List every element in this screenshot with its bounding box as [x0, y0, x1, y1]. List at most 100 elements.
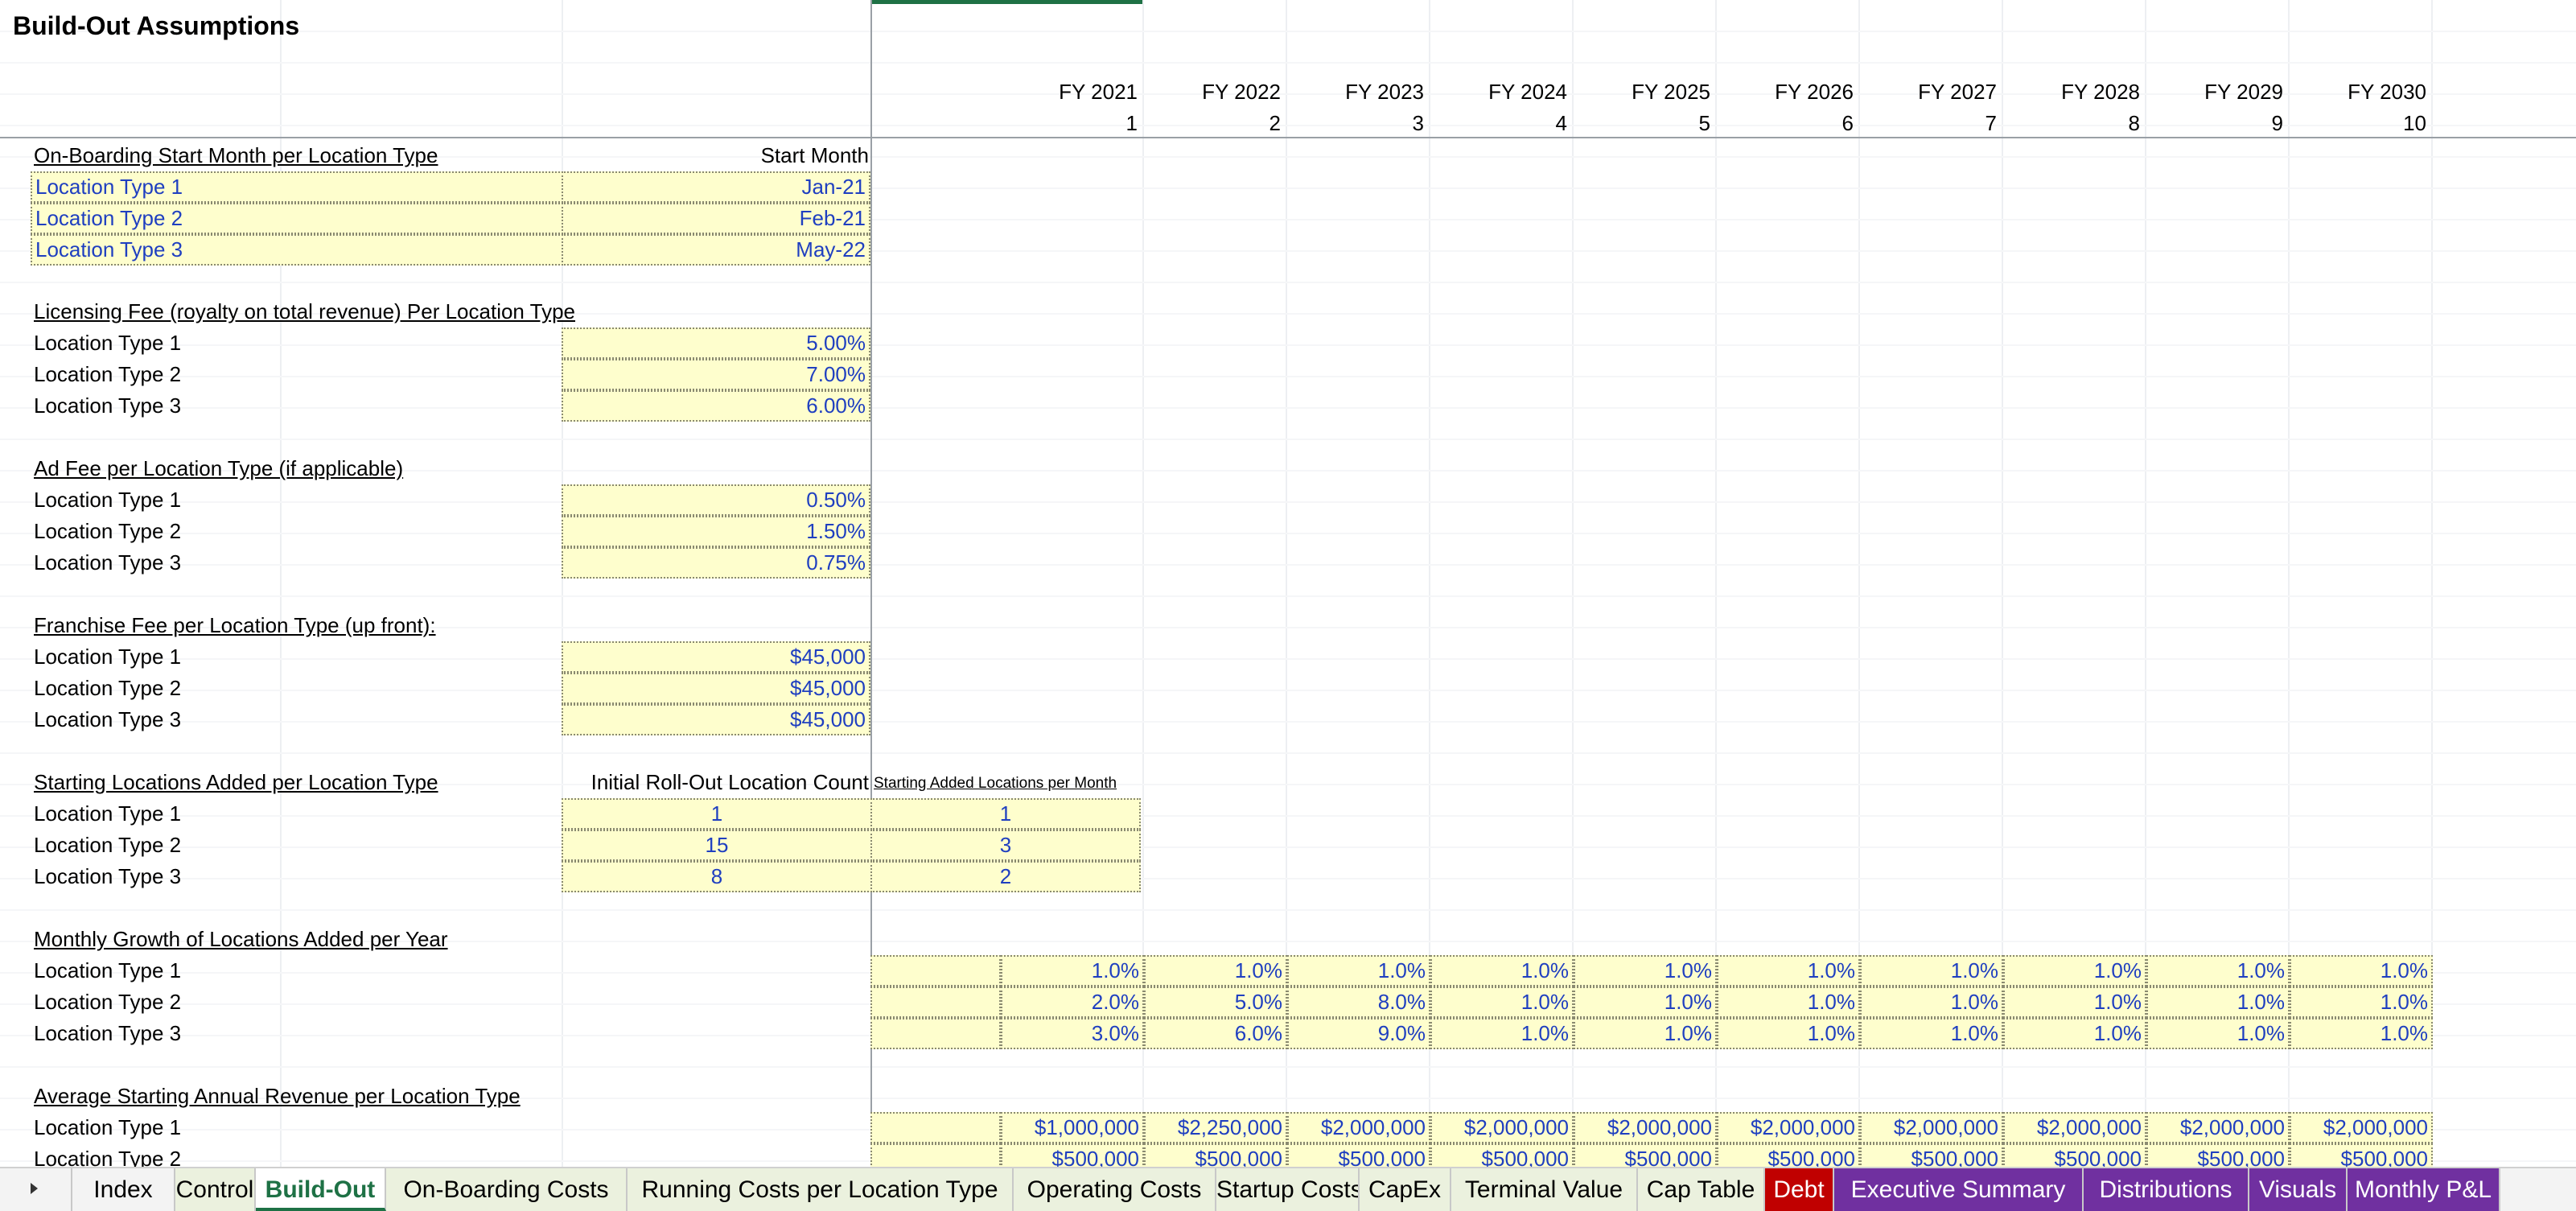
adfee-value-2[interactable]: 1.50% [562, 516, 870, 547]
revenue-cell[interactable]: $2,000,000 [1287, 1112, 1430, 1143]
growth-cell[interactable]: 1.0% [2003, 1018, 2146, 1049]
growth-cell[interactable]: 1.0% [2290, 1018, 2433, 1049]
growth-cell[interactable]: 9.0% [1287, 1018, 1430, 1049]
revenue-cell[interactable]: $2,000,000 [1717, 1112, 1860, 1143]
revenue-cell[interactable]: $2,000,000 [2290, 1112, 2433, 1143]
growth-cell[interactable]: 1.0% [1574, 955, 1717, 987]
growth-cell[interactable]: 1.0% [2003, 987, 2146, 1018]
onboarding-value-2[interactable]: Feb-21 [562, 203, 870, 234]
sheet-tab-running-costs-per-location-type[interactable]: Running Costs per Location Type [628, 1168, 1014, 1211]
sheet-tab-monthly-p-l[interactable]: Monthly P&L [2348, 1168, 2500, 1211]
sheet-tab-distributions[interactable]: Distributions [2084, 1168, 2249, 1211]
growth-cell[interactable]: 8.0% [1287, 987, 1430, 1018]
growth-cell[interactable]: 1.0% [1287, 955, 1430, 987]
sheet-tab-debt[interactable]: Debt [1765, 1168, 1834, 1211]
growth-cell[interactable]: 2.0% [1001, 987, 1144, 1018]
revenue-cell[interactable]: $2,000,000 [2003, 1112, 2146, 1143]
growth-cell[interactable]: 1.0% [2146, 955, 2290, 987]
licensing-header: Licensing Fee (royalty on total revenue)… [34, 299, 576, 323]
sheet-tab-startup-costs[interactable]: Startup Costs [1216, 1168, 1360, 1211]
starting-per-month-3[interactable]: 2 [870, 861, 1141, 892]
growth-cell[interactable]: 1.0% [1430, 955, 1574, 987]
growth-cell[interactable]: 1.0% [1860, 987, 2003, 1018]
revenue-cell[interactable]: $500,000 [1430, 1143, 1574, 1167]
spreadsheet-grid[interactable]: Build-Out Assumptions FY 2021 1 FY 2022 2 FY… [0, 0, 2576, 1167]
sheet-tab-capex[interactable]: CapEx [1360, 1168, 1451, 1211]
sheet-tab-operating-costs[interactable]: Operating Costs [1014, 1168, 1216, 1211]
onboarding-value-3[interactable]: May-22 [562, 234, 870, 266]
revenue-cell[interactable]: $2,000,000 [1574, 1112, 1717, 1143]
growth-cell[interactable]: 1.0% [1430, 1018, 1574, 1049]
revenue-cell[interactable]: $500,000 [2003, 1143, 2146, 1167]
fy-number: 10 [2403, 111, 2426, 135]
starting-count-1[interactable]: 1 [562, 798, 872, 830]
franchise-label-2: Location Type 2 [34, 676, 182, 700]
gridline [0, 752, 2576, 754]
growth-cell[interactable]: 1.0% [1860, 955, 2003, 987]
starting-count-2[interactable]: 15 [562, 830, 872, 861]
sheet-tab-cap-table[interactable]: Cap Table [1638, 1168, 1765, 1211]
growth-cell[interactable]: 5.0% [1144, 987, 1287, 1018]
growth-cell[interactable]: 6.0% [1144, 1018, 1287, 1049]
tab-scroll-button[interactable] [0, 1168, 72, 1211]
growth-cell[interactable]: 1.0% [1574, 987, 1717, 1018]
growth-cell[interactable]: 1.0% [2146, 1018, 2290, 1049]
sheet-tab-control[interactable]: Control [175, 1168, 256, 1211]
fy-header: FY 2022 [1202, 80, 1281, 104]
revenue-cell[interactable]: $500,000 [1144, 1143, 1287, 1167]
starting-count-3[interactable]: 8 [562, 861, 872, 892]
franchise-value-3[interactable]: $45,000 [562, 704, 870, 735]
revenue-cell[interactable]: $500,000 [1860, 1143, 2003, 1167]
fy-number: 1 [1125, 111, 1138, 135]
growth-cell[interactable]: 1.0% [2146, 987, 2290, 1018]
sheet-tab-build-out[interactable]: Build-Out [256, 1168, 386, 1211]
sheet-tab-visuals[interactable]: Visuals [2249, 1168, 2348, 1211]
growth-cell[interactable]: 1.0% [2003, 955, 2146, 987]
licensing-label-2: Location Type 2 [34, 362, 182, 386]
licensing-value-1[interactable]: 5.00% [562, 327, 870, 359]
growth-cell[interactable]: 1.0% [2290, 955, 2433, 987]
growth-cell[interactable]: 1.0% [1860, 1018, 2003, 1049]
sheet-tab-index[interactable]: Index [72, 1168, 175, 1211]
adfee-header: Ad Fee per Location Type (if applicable) [34, 456, 404, 480]
revenue-cell[interactable]: $1,000,000 [1001, 1112, 1144, 1143]
growth-cell[interactable]: 1.0% [1717, 987, 1860, 1018]
revenue-cell[interactable]: $500,000 [1574, 1143, 1717, 1167]
revenue-cell[interactable]: $500,000 [2290, 1143, 2433, 1167]
growth-cell[interactable]: 3.0% [1001, 1018, 1144, 1049]
revenue-cell[interactable]: $500,000 [1001, 1143, 1144, 1167]
revenue-cell[interactable]: $500,000 [2146, 1143, 2290, 1167]
growth-cell[interactable]: 1.0% [1144, 955, 1287, 987]
onboarding-value-1[interactable]: Jan-21 [562, 171, 870, 203]
sheet-tab-executive-summary[interactable]: Executive Summary [1834, 1168, 2084, 1211]
growth-cell[interactable]: 1.0% [1717, 1018, 1860, 1049]
revenue-cell[interactable]: $2,000,000 [2146, 1112, 2290, 1143]
licensing-value-2[interactable]: 7.00% [562, 359, 870, 390]
revenue-cell[interactable]: $2,000,000 [1430, 1112, 1574, 1143]
growth-cell[interactable]: 1.0% [1574, 1018, 1717, 1049]
growth-cell[interactable]: 1.0% [1001, 955, 1144, 987]
sheet-tab-bar: Index Control Build-Out On-Boarding Costs Ru… [0, 1167, 2576, 1211]
revenue-header: Average Starting Annual Revenue per Loca… [34, 1084, 521, 1108]
gridline [0, 439, 2576, 440]
growth-cell[interactable]: 1.0% [2290, 987, 2433, 1018]
sheet-tab-on-boarding-costs[interactable]: On-Boarding Costs [386, 1168, 628, 1211]
adfee-value-1[interactable]: 0.50% [562, 484, 870, 516]
growth-cell[interactable]: 1.0% [1717, 955, 1860, 987]
licensing-value-3[interactable]: 6.00% [562, 390, 870, 422]
revenue-cell[interactable]: $500,000 [1287, 1143, 1430, 1167]
starting-per-month-2[interactable]: 3 [870, 830, 1141, 861]
revenue-cell[interactable]: $2,000,000 [1860, 1112, 2003, 1143]
licensing-label-3: Location Type 3 [34, 393, 182, 418]
revenue-cell[interactable]: $2,250,000 [1144, 1112, 1287, 1143]
franchise-value-1[interactable]: $45,000 [562, 641, 870, 673]
adfee-value-3[interactable]: 0.75% [562, 547, 870, 579]
revenue-cell[interactable]: $500,000 [1717, 1143, 1860, 1167]
sheet-tab-terminal-value[interactable]: Terminal Value [1451, 1168, 1638, 1211]
starting-per-month-1[interactable]: 1 [870, 798, 1141, 830]
onboarding-label-2[interactable]: Location Type 2 [31, 203, 563, 234]
growth-cell[interactable]: 1.0% [1430, 987, 1574, 1018]
onboarding-label-3[interactable]: Location Type 3 [31, 234, 563, 266]
franchise-value-2[interactable]: $45,000 [562, 673, 870, 704]
onboarding-label-1[interactable]: Location Type 1 [31, 171, 563, 203]
